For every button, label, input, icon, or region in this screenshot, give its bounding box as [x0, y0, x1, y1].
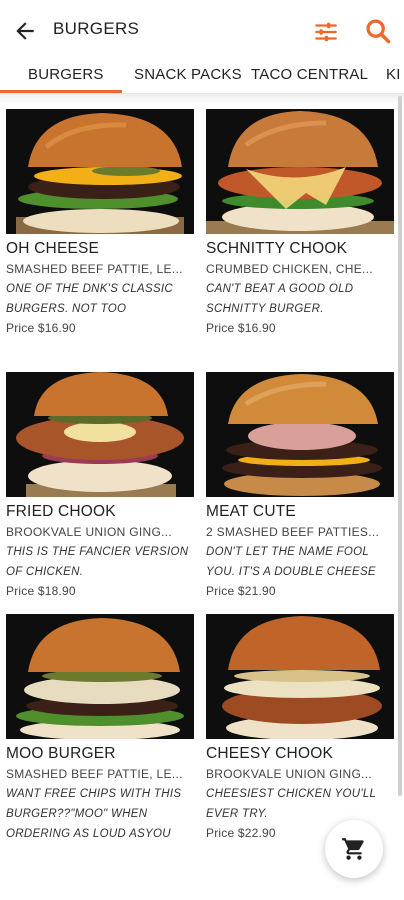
divider	[0, 94, 404, 104]
product-description: WANT FREE CHIPS WITH THIS BURGER??"MOO" …	[6, 788, 182, 840]
product-name: MOO BURGER	[6, 745, 116, 762]
product-image	[206, 614, 394, 739]
product-name: FRIED CHOOK	[6, 503, 116, 520]
product-description: CHEESIEST CHICKEN YOU'LL EVER TRY.	[206, 788, 377, 820]
product-name: CHEESY CHOOK	[206, 745, 334, 762]
active-tab-indicator	[0, 90, 122, 93]
cart-icon	[342, 838, 364, 860]
scrollbar[interactable]	[398, 96, 402, 796]
tab-taco-central[interactable]: TACO CENTRAL	[251, 66, 368, 83]
product-ingredients: SMASHED BEEF PATTIE, LE...	[6, 767, 183, 781]
product-card[interactable]: MEAT CUTE 2 SMASHED BEEF PATTIES... DON'…	[206, 372, 394, 598]
product-ingredients: 2 SMASHED BEEF PATTIES...	[206, 525, 380, 539]
product-image	[6, 614, 194, 739]
product-name: SCHNITTY CHOOK	[206, 240, 348, 257]
product-price: Price $18.90	[6, 584, 76, 598]
product-card[interactable]: OH CHEESE SMASHED BEEF PATTIE, LE... ONE…	[6, 109, 194, 335]
product-price: Price $16.90	[206, 321, 276, 335]
cart-button[interactable]	[325, 820, 383, 878]
arrow-left-icon	[16, 22, 34, 40]
product-ingredients: BROOKVALE UNION GING...	[206, 767, 373, 781]
product-description: DON'T LET THE NAME FOOL YOU. IT'S A DOUB…	[206, 546, 376, 578]
search-button[interactable]	[364, 17, 392, 45]
filter-button[interactable]	[313, 19, 339, 45]
product-card[interactable]: MOO BURGER SMASHED BEEF PATTIE, LE... WA…	[6, 614, 194, 844]
product-price: Price $16.90	[6, 321, 76, 335]
category-tabs: BURGERS SNACK PACKS TACO CENTRAL KI	[0, 60, 404, 94]
sliders-icon	[315, 22, 337, 42]
tab-snack-packs[interactable]: SNACK PACKS	[134, 66, 242, 83]
product-name: OH CHEESE	[6, 240, 100, 257]
back-button[interactable]	[12, 18, 38, 44]
product-card[interactable]: SCHNITTY CHOOK CRUMBED CHICKEN, CHE... C…	[206, 109, 394, 335]
product-ingredients: CRUMBED CHICKEN, CHE...	[206, 262, 373, 276]
product-ingredients: SMASHED BEEF PATTIE, LE...	[6, 262, 183, 276]
product-card[interactable]: CHEESY CHOOK BROOKVALE UNION GING... CHE…	[206, 614, 394, 840]
product-description: CAN'T BEAT A GOOD OLD SCHNITTY BURGER.	[206, 283, 354, 315]
product-image	[6, 372, 194, 497]
app-bar: BURGERS	[0, 0, 404, 60]
tab-burgers[interactable]: BURGERS	[28, 66, 104, 83]
tab-more[interactable]: KI	[386, 66, 401, 83]
product-name: MEAT CUTE	[206, 503, 296, 520]
search-icon	[366, 19, 391, 44]
product-image	[6, 109, 194, 234]
product-description: ONE OF THE DNK'S CLASSIC BURGERS. NOT TO…	[6, 283, 174, 315]
product-image	[206, 109, 394, 234]
product-ingredients: BROOKVALE UNION GING...	[6, 525, 173, 539]
product-image	[206, 372, 394, 497]
product-card[interactable]: FRIED CHOOK BROOKVALE UNION GING... THIS…	[6, 372, 194, 598]
product-price: Price $21.90	[206, 584, 276, 598]
product-description: THIS IS THE FANCIER VERSION OF CHICKEN.	[6, 546, 189, 578]
page-title: BURGERS	[53, 19, 140, 38]
